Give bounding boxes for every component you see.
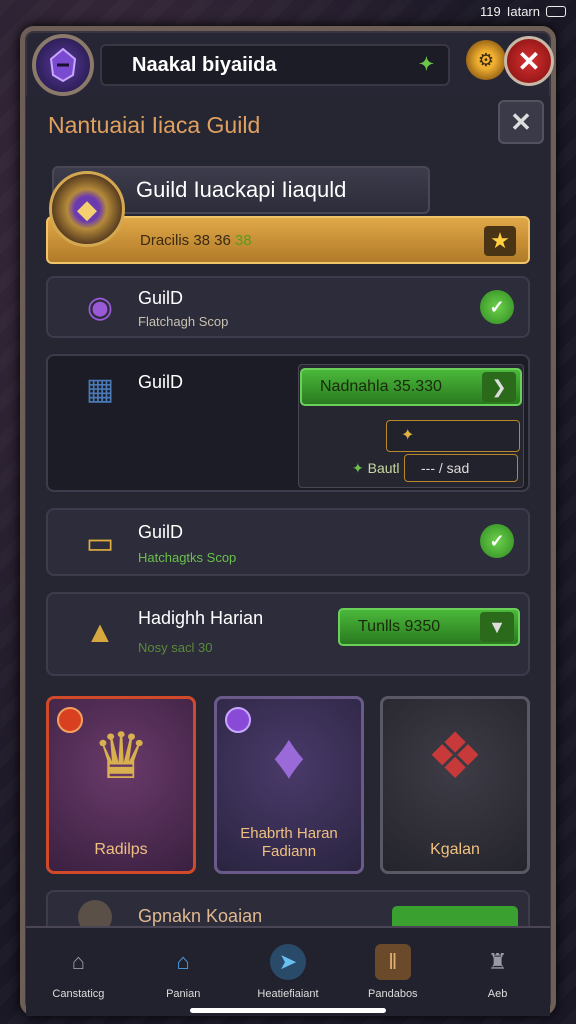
close-icon: ✕ xyxy=(517,45,541,77)
reward-card[interactable]: ❖ Kgalan xyxy=(380,696,530,874)
scroll-icon: ❖ xyxy=(426,720,484,792)
progress-text: Dracilis 38 36 xyxy=(140,231,231,249)
button-label: Tunlls 9350 xyxy=(358,618,441,635)
purple-orb-icon: ◉ xyxy=(86,290,114,324)
tab-home[interactable]: ⌂ Canstaticg xyxy=(26,928,131,1016)
buy-button[interactable] xyxy=(392,906,518,926)
compass-icon xyxy=(78,900,112,926)
row-subtitle: Flatchagh Scop xyxy=(138,314,229,329)
item-slot[interactable]: ✦ xyxy=(386,420,520,452)
gear-icon[interactable]: ⚙ xyxy=(466,40,506,80)
tab-label: Heatiefiaiant xyxy=(257,988,319,1000)
tab-shop[interactable]: ⌂ Panian xyxy=(131,928,236,1016)
guild-emblem-icon: ◆ xyxy=(46,164,128,254)
panel-close-button[interactable]: ✕ xyxy=(498,100,544,144)
player-name-bar: Naakal biyaiida ✦ xyxy=(100,44,450,86)
pillar-icon: ‖ xyxy=(374,944,411,980)
reward-card[interactable]: ♛ Radilps xyxy=(46,696,196,874)
panel-title: Nantuaiai Iiaca Guild xyxy=(48,112,261,138)
leaf-icon: ✦ xyxy=(352,460,364,476)
row-subtitle: Nosy sacl 30 xyxy=(138,640,213,655)
battery-icon xyxy=(546,6,566,17)
guild-name: Guild Iuackapi Iiaquld xyxy=(136,177,347,202)
close-button[interactable]: ✕ xyxy=(504,36,554,86)
house-icon: ⌂ xyxy=(71,949,86,974)
row-title: GuilD xyxy=(138,522,184,542)
castle-icon: ♜ xyxy=(487,949,508,974)
helmet-icon: ♦ xyxy=(272,720,306,792)
row-title: Gpnakn Koaian xyxy=(138,906,263,926)
tab-label: Panian xyxy=(166,988,201,1000)
chevron-down-icon: ▼ xyxy=(480,612,514,642)
gold-bar-icon: ▭ xyxy=(85,526,115,560)
star-icon[interactable]: ★ xyxy=(484,226,516,256)
reward-label: Kgalan xyxy=(430,841,480,858)
list-item[interactable]: ◉ GuilD Flatchagh Scop ✓ xyxy=(46,276,530,338)
helmet-avatar xyxy=(49,47,77,83)
tab-vault[interactable]: ‖ Pandabos xyxy=(340,928,445,1016)
status-bar: 119 Iatarn xyxy=(480,4,566,19)
tab-label: Canstaticg xyxy=(52,988,105,1000)
tab-explore[interactable]: ➤ Heatiefiaiant xyxy=(236,928,341,1016)
cart-icon: ▲ xyxy=(85,616,115,649)
row-title: GuilD xyxy=(138,288,184,308)
key-icon: ✦ xyxy=(401,427,415,444)
check-icon[interactable]: ✓ xyxy=(480,524,514,558)
row-title: GuilD xyxy=(138,372,184,392)
buy-button[interactable]: Tunlls 9350 ▼ xyxy=(338,608,520,646)
reward-label: Radilps xyxy=(94,841,148,858)
row-subtitle: Hatchagtks Scop xyxy=(138,550,237,565)
player-name: Naakal biyaiida xyxy=(132,53,277,76)
book-icon: ▦ xyxy=(85,372,115,406)
compass-icon: ➤ xyxy=(269,944,306,980)
list-item[interactable]: ▦ GuilD Nadnahla 35.330 ❯ ✦ ✦ Bautl --- … xyxy=(46,354,530,492)
bottom-tab-bar: ⌂ Canstaticg ⌂ Panian ➤ Heatiefiaiant ‖ … xyxy=(26,926,550,1016)
buy-button[interactable]: Nadnahla 35.330 ❯ xyxy=(300,368,522,406)
shop-icon: ⌂ xyxy=(176,949,190,974)
home-indicator[interactable] xyxy=(190,1008,386,1013)
tab-label: Aeb xyxy=(487,988,508,1000)
sub-value: --- / sad xyxy=(404,454,518,482)
tab-label: Pandabos xyxy=(368,988,418,1000)
header: Naakal biyaiida ✦ ⚙ ✕ xyxy=(26,32,554,96)
list-item[interactable]: ▲ Hadighh Harian Nosy sacl 30 Tunlls 935… xyxy=(46,592,530,676)
status-carrier: Iatarn xyxy=(506,4,540,19)
tab-castle[interactable]: ♜ Aeb xyxy=(445,928,550,1016)
leaf-icon[interactable]: ✦ xyxy=(419,54,434,75)
list-item[interactable]: ▭ GuilD Hatchagtks Scop ✓ xyxy=(46,508,530,576)
button-label: Nadnahla 35.330 xyxy=(320,378,442,395)
status-time: 119 xyxy=(480,4,501,19)
list-item[interactable]: Gpnakn Koaian xyxy=(46,890,530,926)
sub-label-text: Bautl xyxy=(367,460,400,476)
check-icon[interactable]: ✓ xyxy=(480,290,514,324)
row-title: Hadighh Harian xyxy=(138,608,264,628)
close-icon: ✕ xyxy=(510,106,532,137)
reward-card[interactable]: ♦ Ehabrth Haran Fadiann xyxy=(214,696,364,874)
avatar[interactable] xyxy=(32,34,94,96)
trophy-icon: ♛ xyxy=(92,720,150,792)
chevron-right-icon: ❯ xyxy=(482,372,516,402)
reward-label: Ehabrth Haran Fadiann xyxy=(240,825,338,860)
sub-label: ✦ Bautl xyxy=(352,460,400,477)
progress-suffix: 38 xyxy=(234,231,252,249)
